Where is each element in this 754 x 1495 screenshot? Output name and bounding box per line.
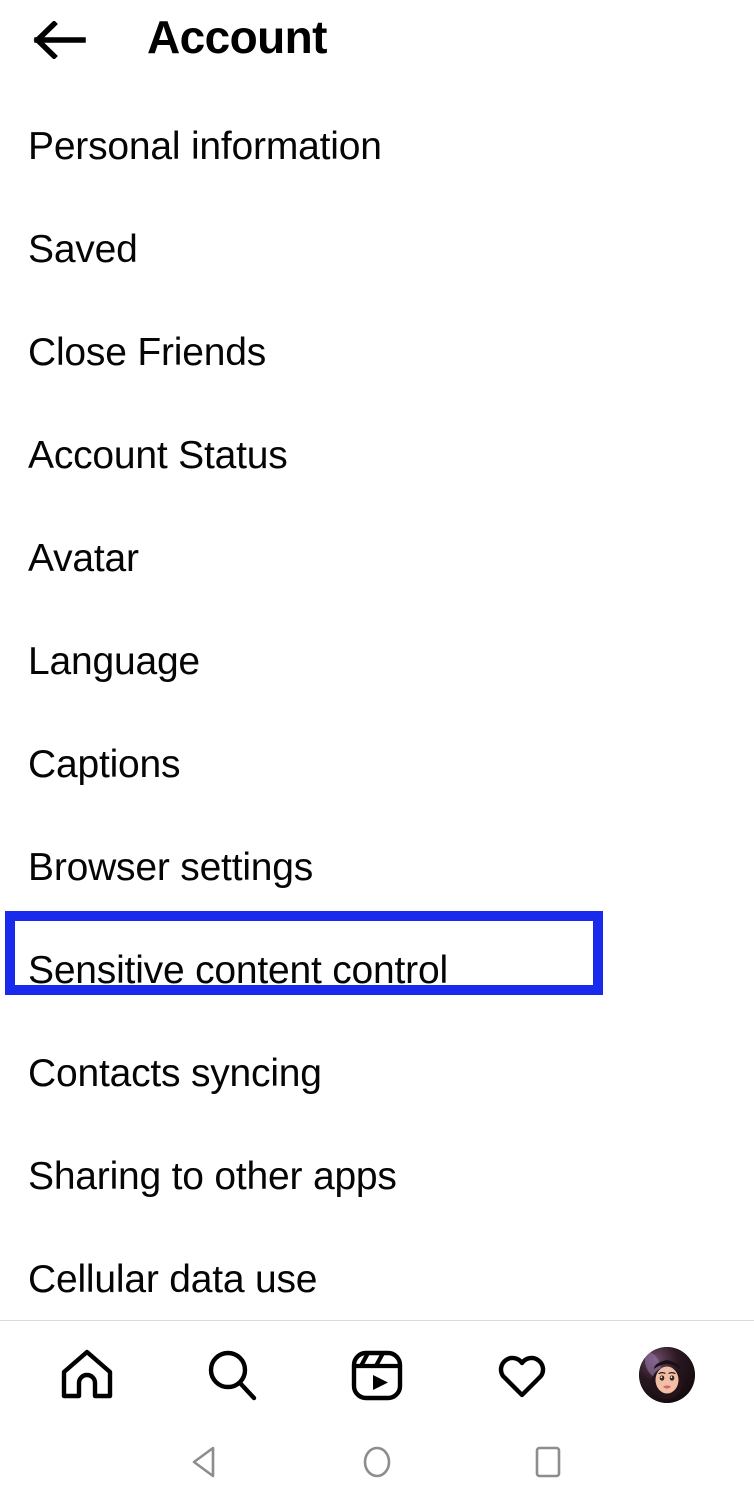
android-back-icon	[187, 1443, 225, 1481]
bottom-tab-bar	[0, 1321, 754, 1429]
avatar	[639, 1347, 696, 1403]
arrow-left-icon	[33, 21, 87, 59]
android-home-icon	[358, 1443, 396, 1481]
page-title: Account	[147, 11, 327, 63]
settings-item-label: Captions	[28, 742, 181, 786]
settings-list[interactable]: Personal information Saved Close Friends Ac…	[0, 78, 754, 1320]
settings-item[interactable]: Account Status	[0, 404, 754, 507]
settings-item[interactable]: Captions	[0, 713, 754, 816]
home-icon	[58, 1346, 116, 1404]
tab-profile[interactable]	[607, 1331, 727, 1419]
settings-item-label: Language	[28, 639, 200, 683]
search-icon	[203, 1346, 261, 1404]
settings-item[interactable]: Contacts syncing	[0, 1022, 754, 1125]
settings-item[interactable]: Cellular data use	[0, 1228, 754, 1320]
heart-icon	[493, 1346, 551, 1404]
settings-item[interactable]: Language	[0, 610, 754, 713]
settings-item-label: Account Status	[28, 433, 288, 477]
tab-search[interactable]	[172, 1331, 292, 1419]
settings-item[interactable]: Avatar	[0, 507, 754, 610]
settings-item[interactable]: Sharing to other apps	[0, 1125, 754, 1228]
android-back-button[interactable]	[161, 1434, 251, 1490]
settings-item-label: Saved	[28, 227, 138, 271]
settings-item[interactable]: Close Friends	[0, 301, 754, 404]
settings-item[interactable]: Saved	[0, 198, 754, 301]
settings-item-label: Avatar	[28, 536, 139, 580]
settings-item-label: Browser settings	[28, 845, 314, 889]
android-recents-button[interactable]	[503, 1434, 593, 1490]
header: Account	[0, 0, 754, 78]
reels-icon	[348, 1346, 406, 1404]
settings-item-label: Contacts syncing	[28, 1051, 322, 1095]
settings-item-label: Personal information	[28, 124, 382, 168]
settings-item-label: Cellular data use	[28, 1257, 318, 1301]
settings-item-label: Sharing to other apps	[28, 1154, 397, 1198]
android-recents-icon	[529, 1443, 567, 1481]
account-settings-screen: Account Personal information Saved Close F…	[0, 0, 754, 1495]
tab-home[interactable]	[27, 1331, 147, 1419]
tab-reels[interactable]	[317, 1331, 437, 1419]
settings-item[interactable]: Browser settings	[0, 816, 754, 919]
settings-item[interactable]: Sensitive content control	[0, 919, 754, 1022]
settings-item-label: Sensitive content control	[28, 948, 448, 992]
android-home-button[interactable]	[332, 1434, 422, 1490]
settings-item[interactable]: Personal information	[0, 95, 754, 198]
settings-item-label: Close Friends	[28, 330, 266, 374]
tab-activity[interactable]	[462, 1331, 582, 1419]
android-system-nav	[0, 1429, 754, 1495]
back-button[interactable]	[22, 14, 98, 66]
